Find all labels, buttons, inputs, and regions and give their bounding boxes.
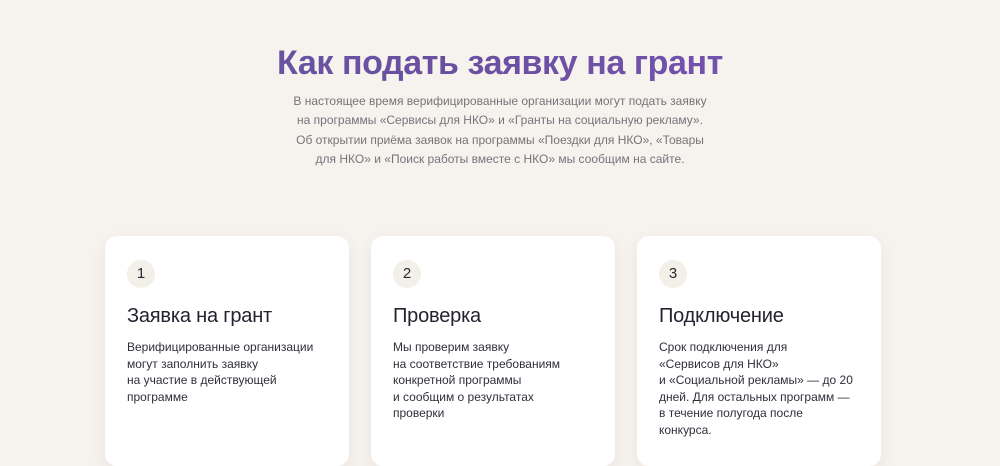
step-card-1: 1 Заявка на грант Верифицированные орган… bbox=[105, 236, 349, 466]
step-description: Верифицированные организации могут запол… bbox=[127, 340, 314, 404]
step-title: Заявка на грант bbox=[127, 305, 272, 327]
step-number-badge: 2 bbox=[393, 260, 421, 288]
step-number-badge: 3 bbox=[659, 260, 687, 288]
step-card-2: 2 Проверка Мы проверим заявку на соответ… bbox=[371, 236, 615, 466]
section-title: Как подать заявку на грант bbox=[0, 41, 1000, 85]
step-description: Мы проверим заявку на соответствие требо… bbox=[393, 340, 561, 420]
section-subtitle: В настоящее время верифицированные орган… bbox=[293, 94, 707, 167]
step-card-3: 3 Подключение Срок подключения для «Серв… bbox=[637, 236, 881, 466]
step-title: Подключение bbox=[659, 305, 784, 327]
step-description: Срок подключения для «Сервисов для НКО» … bbox=[659, 340, 853, 437]
step-number-badge: 1 bbox=[127, 260, 155, 288]
grant-application-section: Как подать заявку на грант В настоящее в… bbox=[0, 0, 1000, 466]
steps-list: 1 Заявка на грант Верифицированные орган… bbox=[105, 236, 883, 466]
step-title: Проверка bbox=[393, 305, 481, 327]
